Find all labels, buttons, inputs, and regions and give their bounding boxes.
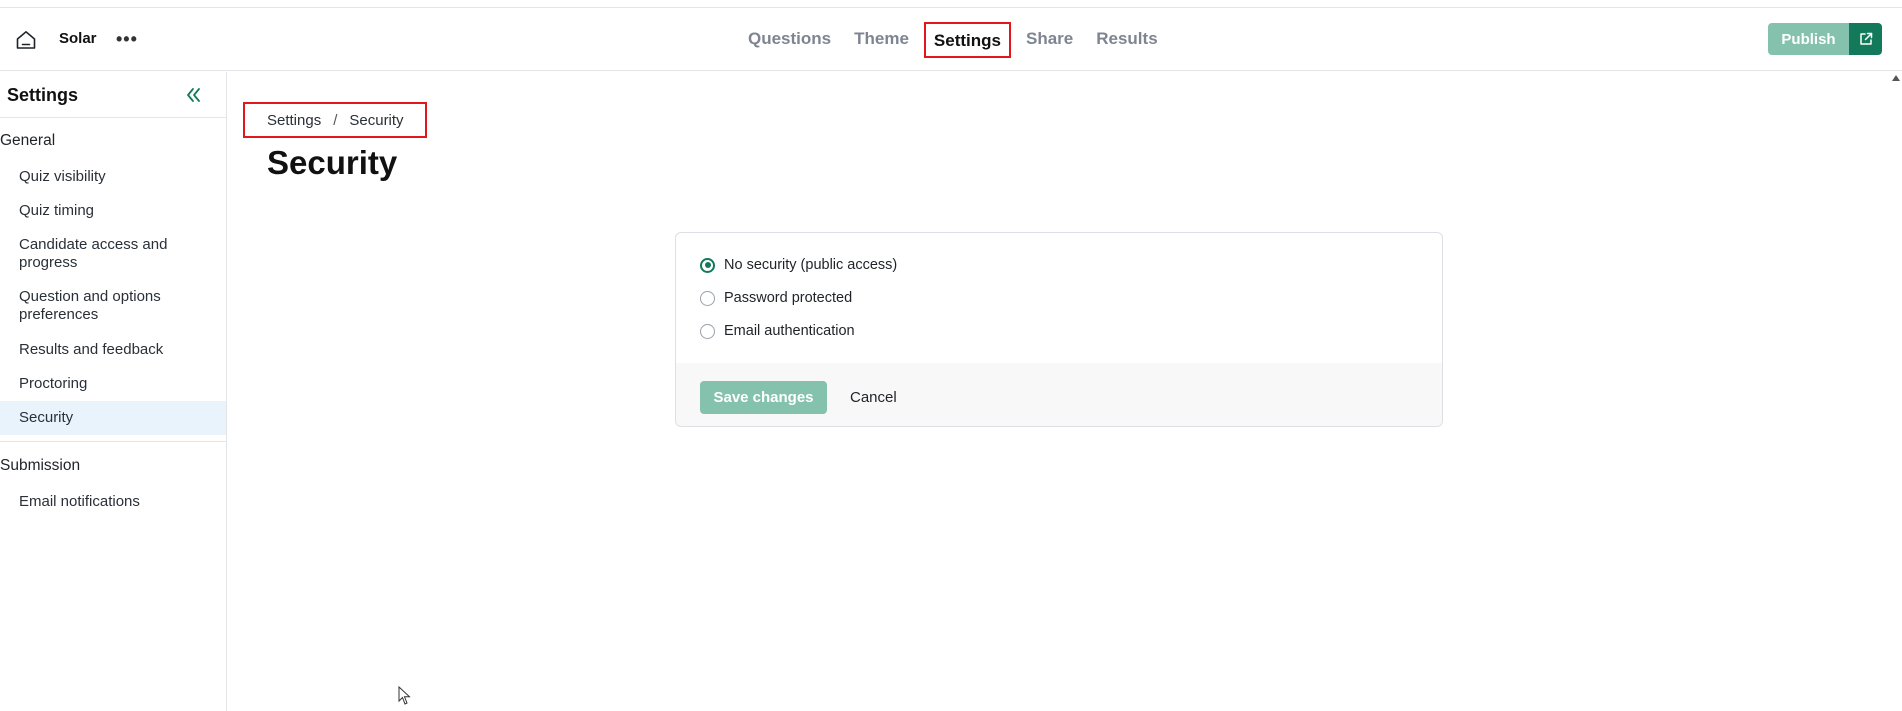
cancel-button[interactable]: Cancel [850,381,897,414]
sidebar-item-question-preferences[interactable]: Question and options preferences [0,288,200,324]
mouse-cursor-icon [398,686,411,705]
open-preview-button[interactable] [1849,23,1882,55]
sidebar-divider [0,441,226,442]
tab-share[interactable]: Share [1018,22,1081,58]
option-email-authentication-label: Email authentication [724,323,855,339]
save-changes-button[interactable]: Save changes [700,381,827,414]
sidebar-title: Settings [7,85,79,105]
breadcrumb-settings[interactable]: Settings [267,112,321,129]
option-no-security[interactable]: No security (public access) [700,257,897,273]
sidebar-item-security[interactable]: Security [0,401,226,435]
sidebar-item-email-notifications[interactable]: Email notifications [0,493,226,511]
more-options-icon[interactable]: ••• [116,30,138,48]
sidebar-group-general: General [0,132,56,149]
scroll-up-arrow-icon[interactable] [1892,75,1900,81]
publish-group: Publish [1768,23,1882,55]
sidebar-item-quiz-visibility[interactable]: Quiz visibility [0,168,226,186]
security-settings-card: No security (public access) Password pro… [675,232,1443,427]
sidebar-header: Settings [0,72,226,118]
page-title: Security [267,144,398,181]
option-password-protected-label: Password protected [724,290,853,306]
breadcrumb-security: Security [349,111,404,129]
external-link-icon [1859,32,1872,45]
tab-questions[interactable]: Questions [740,22,839,58]
sidebar-item-proctoring[interactable]: Proctoring [0,375,226,393]
sidebar-item-candidate-access[interactable]: Candidate access and progress [0,236,200,272]
option-no-security-label: No security (public access) [724,257,898,273]
main-tabs: Questions Theme Settings Share Results [740,20,1173,60]
home-icon[interactable] [14,28,38,52]
publish-button[interactable]: Publish [1768,23,1849,55]
breadcrumb-separator: / [333,111,338,129]
option-email-authentication[interactable]: Email authentication [700,323,855,339]
radio-no-security[interactable] [700,257,715,273]
tab-theme[interactable]: Theme [846,22,917,58]
window-top-edge [0,0,1902,8]
breadcrumb: Settings / Security [243,102,427,138]
radio-password-protected[interactable] [700,290,715,306]
option-password-protected[interactable]: Password protected [700,290,852,306]
collapse-sidebar-icon[interactable] [183,85,203,105]
tab-settings[interactable]: Settings [923,22,1011,58]
settings-sidebar: Settings General Quiz visibility Quiz ti… [0,72,227,711]
radio-email-authentication[interactable] [700,323,715,339]
app-name[interactable]: Solar [59,30,97,47]
sidebar-group-submission: Submission [0,457,81,474]
sidebar-item-results-feedback[interactable]: Results and feedback [0,341,226,359]
top-header: Solar ••• Questions Theme Settings Share… [0,8,1902,71]
tab-results[interactable]: Results [1088,22,1165,58]
sidebar-item-quiz-timing[interactable]: Quiz timing [0,202,226,220]
